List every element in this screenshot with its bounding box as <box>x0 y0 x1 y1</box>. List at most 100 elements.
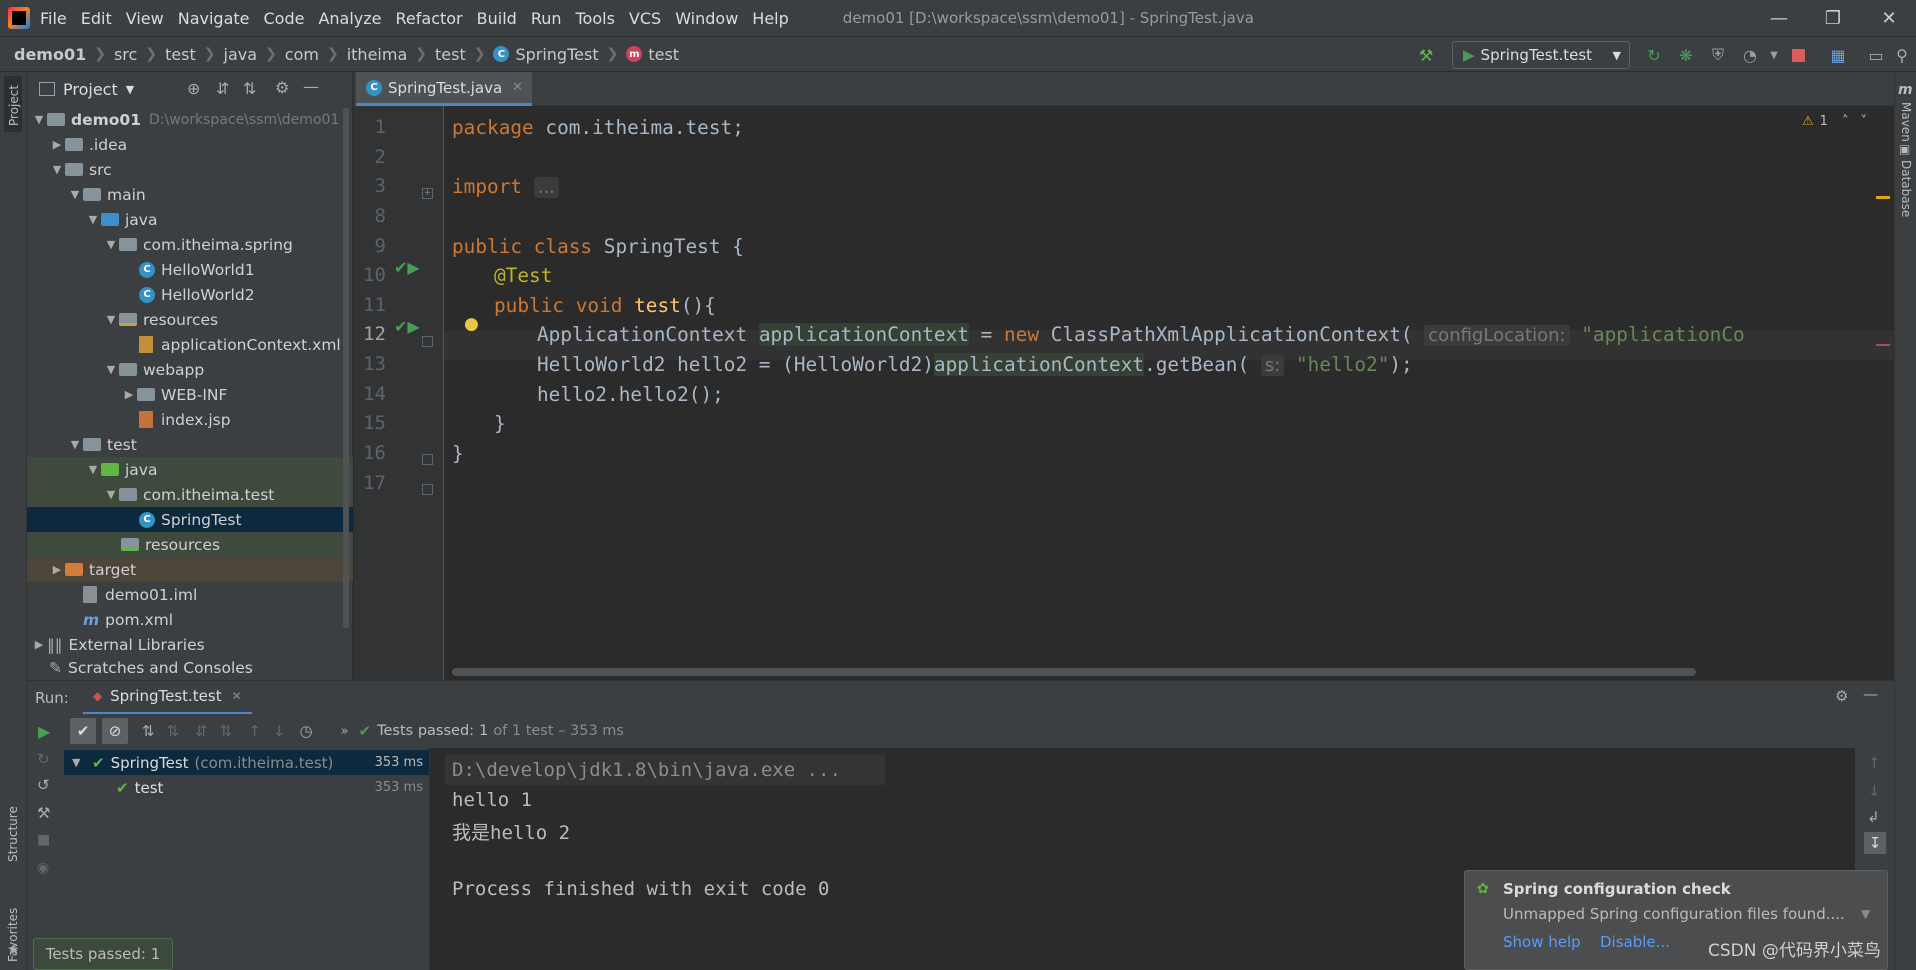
restore-icon[interactable]: ❐ <box>1806 0 1860 36</box>
close-tab-icon[interactable]: ✕ <box>512 80 523 95</box>
show-ignored-icon[interactable]: ⊘ <box>102 718 128 744</box>
tree-node-test-java[interactable]: ▼ java <box>27 457 353 482</box>
menu-run[interactable]: Run <box>531 9 562 28</box>
locate-file-icon[interactable]: ⊕ <box>187 79 200 98</box>
chevron-down-icon[interactable]: ▼ <box>103 488 119 501</box>
tree-node-package-test[interactable]: ▼ com.itheima.test <box>27 482 353 507</box>
menu-code[interactable]: Code <box>264 9 305 28</box>
breadcrumb-demo01[interactable]: demo01 <box>14 45 86 64</box>
maven-tool-label[interactable]: Maven <box>1899 102 1913 142</box>
chevron-right-icon[interactable]: ▶ <box>121 388 137 401</box>
warning-stripe[interactable] <box>1876 196 1890 199</box>
stop-icon[interactable] <box>1786 43 1810 67</box>
stop-icon[interactable]: ■ <box>37 832 50 848</box>
chevron-down-icon[interactable]: ▼ <box>126 83 134 96</box>
lightbulb-icon[interactable]: ● <box>464 314 479 334</box>
tree-node-demo01[interactable]: ▼ demo01 D:\workspace\ssm\demo01 <box>27 107 353 132</box>
tree-node-springtest-selected[interactable]: C SpringTest <box>27 507 353 532</box>
tree-node-pom[interactable]: m pom.xml <box>27 607 353 632</box>
collapse-all-icon[interactable]: ⇅ <box>243 79 256 98</box>
chevron-down-icon[interactable]: ▼ <box>103 313 119 326</box>
breadcrumb-test[interactable]: test <box>165 45 196 64</box>
chevron-down-icon[interactable]: ▼ <box>31 113 47 126</box>
project-structure-icon[interactable]: ▦ <box>1826 43 1850 67</box>
error-stripe[interactable] <box>1876 344 1890 346</box>
maven-icon[interactable]: m <box>1898 82 1913 98</box>
minimize-icon[interactable]: — <box>1752 0 1806 36</box>
chevron-right-icon[interactable]: ▶ <box>31 638 47 651</box>
database-tool-label[interactable]: Database <box>1899 160 1913 217</box>
coverage-icon[interactable]: ⛨ <box>1706 43 1730 67</box>
fold-marker-icon[interactable] <box>422 336 433 347</box>
fold-expand-icon[interactable]: + <box>422 188 433 199</box>
tree-node-helloworld1[interactable]: C HelloWorld1 <box>27 257 353 282</box>
breadcrumb-com[interactable]: com <box>285 45 319 64</box>
project-scrollbar[interactable] <box>343 108 349 628</box>
menu-build[interactable]: Build <box>477 9 517 28</box>
tree-node-main-java[interactable]: ▼ java <box>27 207 353 232</box>
breadcrumb-springtest[interactable]: SpringTest <box>515 45 598 64</box>
editor-horizontal-scrollbar[interactable] <box>452 668 1696 676</box>
run-tab-springtest[interactable]: ◆ SpringTest.test ✕ <box>82 680 252 715</box>
presentation-icon[interactable]: ▭ <box>1864 43 1888 67</box>
chevron-right-icon[interactable]: ▶ <box>49 563 65 576</box>
menu-edit[interactable]: Edit <box>81 9 112 28</box>
menu-navigate[interactable]: Navigate <box>178 9 250 28</box>
folded-imports[interactable]: ... <box>533 177 559 198</box>
menu-refactor[interactable]: Refactor <box>396 9 463 28</box>
close-tab-icon[interactable]: ✕ <box>232 689 242 703</box>
test-tree-row-springtest[interactable]: ▼ ✔ SpringTest (com.itheima.test) 353 ms <box>64 750 429 775</box>
scroll-down-icon[interactable]: ↓ <box>1868 782 1881 800</box>
expand-all-icon[interactable]: ⇵ <box>216 79 229 98</box>
breadcrumb-itheima[interactable]: itheima <box>347 45 408 64</box>
build-hammer-icon[interactable]: ⚒ <box>1414 43 1438 67</box>
chevron-down-icon[interactable]: ▼ <box>72 756 86 769</box>
chevron-down-icon[interactable]: ▼ <box>85 213 101 226</box>
more-icon[interactable]: » <box>341 724 349 739</box>
tree-node-indexjsp[interactable]: index.jsp <box>27 407 353 432</box>
tree-node-test[interactable]: ▼ test <box>27 432 353 457</box>
tree-node-package-spring[interactable]: ▼ com.itheima.spring <box>27 232 353 257</box>
previous-failed-icon[interactable]: ↑ <box>248 722 261 740</box>
chevron-down-icon[interactable]: ▼ <box>67 438 83 451</box>
show-passed-icon[interactable]: ✔ <box>70 718 96 744</box>
rerun-icon[interactable]: ↻ <box>1642 43 1666 67</box>
gear-icon[interactable]: ⚙ <box>275 78 289 97</box>
tree-node-main[interactable]: ▼ main <box>27 182 353 207</box>
tree-node-demo01-iml[interactable]: demo01.iml <box>27 582 353 607</box>
chevron-down-icon[interactable]: ▼ <box>103 363 119 376</box>
tree-node-scratches[interactable]: ✎ Scratches and Consoles <box>27 657 353 679</box>
show-help-link[interactable]: Show help <box>1503 933 1581 951</box>
tree-node-idea[interactable]: ▶ .idea <box>27 132 353 157</box>
tree-node-helloworld2[interactable]: C HelloWorld2 <box>27 282 353 307</box>
tree-node-target[interactable]: ▶ target <box>27 557 353 582</box>
hide-panel-icon[interactable]: — <box>303 77 319 96</box>
chevron-down-icon[interactable]: ▼ <box>1861 907 1870 921</box>
tree-node-applicationcontext[interactable]: applicationContext.xml <box>27 332 353 357</box>
test-tree-row-test[interactable]: ✔ test 353 ms <box>64 775 429 800</box>
database-icon[interactable]: ▣ <box>1899 142 1910 156</box>
tab-springtest-java[interactable]: C SpringTest.java ✕ <box>356 72 532 106</box>
scroll-to-end-icon[interactable]: ↧ <box>1864 832 1886 854</box>
tree-node-external-libraries[interactable]: ▶ ‖‖ External Libraries <box>27 632 353 657</box>
next-failed-icon[interactable]: ↓ <box>273 722 286 740</box>
tree-node-main-resources[interactable]: ▼ resources <box>27 307 353 332</box>
chevron-down-icon[interactable]: ▼ <box>85 463 101 476</box>
rerun-icon[interactable]: ▶ <box>38 722 50 741</box>
collapse-all-icon[interactable]: ⇅ <box>220 722 233 740</box>
tree-node-webapp[interactable]: ▼ webapp <box>27 357 353 382</box>
tree-node-webinf[interactable]: ▶ WEB-INF <box>27 382 353 407</box>
project-view-select[interactable]: Project <box>63 80 118 99</box>
expand-all-icon[interactable]: ⇵ <box>195 722 208 740</box>
search-icon[interactable]: ⚲ <box>1890 43 1914 67</box>
sort-alphabetically-icon[interactable]: ⇅ <box>142 722 155 740</box>
chevron-down-icon[interactable]: ▼ <box>49 163 65 176</box>
hide-panel-icon[interactable]: — <box>1863 685 1878 703</box>
code-editor[interactable]: package com.itheima.test; import ... pub… <box>444 106 1894 680</box>
menu-file[interactable]: File <box>40 9 67 28</box>
previous-highlight-icon[interactable]: ˄ <box>1842 114 1849 129</box>
camera-icon[interactable]: ◉ <box>37 860 49 876</box>
soft-wrap-icon[interactable]: ↲ <box>1867 808 1880 826</box>
debug-icon[interactable]: ❋ <box>1674 43 1698 67</box>
menu-help[interactable]: Help <box>752 9 788 28</box>
